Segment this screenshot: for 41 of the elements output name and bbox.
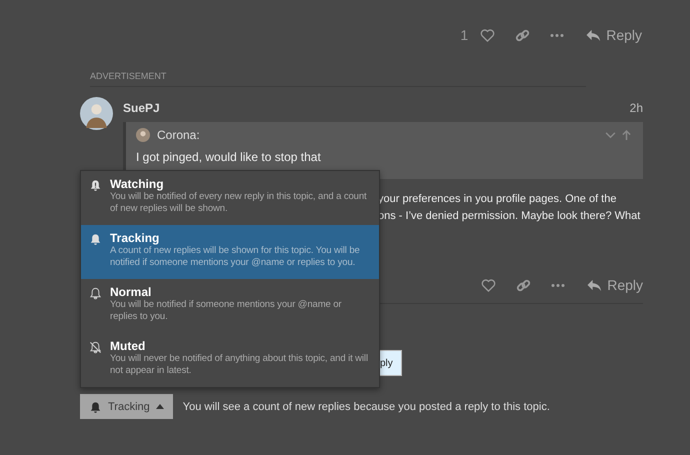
option-description: A count of new replies will be shown for this topic. You will be notified if someone mentions your @name or replies to you.: [110, 245, 361, 269]
link-icon: [515, 28, 530, 42]
notification-reason: You will see a count of new replies because you posted a reply to this topic.: [182, 400, 550, 412]
arrow-up-icon[interactable]: [622, 130, 631, 140]
like-count: 1: [460, 27, 468, 43]
avatar: [136, 128, 150, 142]
chevron-down-icon[interactable]: [605, 132, 616, 138]
notification-button[interactable]: Tracking: [80, 394, 173, 419]
heart-icon: [481, 278, 496, 292]
option-title: Watching: [110, 177, 165, 191]
muted-bell-icon: [89, 341, 102, 354]
option-description: You will be notified if someone mentions your @name or replies to you.: [110, 299, 342, 323]
caret-icon: [156, 404, 164, 409]
post-time: 2h: [630, 101, 643, 115]
avatar: [80, 97, 113, 130]
option-title: Tracking: [110, 231, 160, 245]
option-title: Muted: [110, 339, 146, 353]
heart-icon: [480, 28, 496, 42]
reply-button[interactable]: ply: [378, 350, 402, 376]
ellipsis-icon: [550, 32, 564, 38]
author-name[interactable]: SuePJ: [123, 101, 160, 115]
reply-arrow-icon: [586, 28, 602, 42]
menu-item[interactable]: Watching You will be notified of every new reply in this topic, and a count of new replies will be shown.: [81, 171, 379, 225]
menu-item[interactable]: Normal You will be notified if someone mentions your @name or replies to you.: [81, 279, 379, 333]
reply-arrow-icon: [587, 278, 602, 292]
option-description: You will be notified of every new reply in this topic, and a count of new replies will be shown.: [110, 191, 368, 215]
bell-icon: [89, 179, 102, 192]
link-icon: [516, 278, 532, 292]
reply-button[interactable]: Reply: [575, 273, 643, 297]
quote-author: Corona:: [157, 128, 200, 142]
ellipsis-icon: [551, 282, 566, 288]
bell-icon: [89, 401, 102, 414]
reply-button[interactable]: Reply: [574, 23, 642, 47]
bell-icon: [89, 233, 102, 246]
menu-item[interactable]: Tracking A count of new replies will be shown for this topic. You will be notified if someone mentions your @name or replies to you.: [81, 225, 379, 279]
quote-text: I got pinged, would like to stop that: [136, 150, 322, 164]
advertisement-label: ADVERTISEMENT: [90, 71, 586, 87]
option-description: You will never be notified of anything about this topic, and it will not appear in latest.: [110, 353, 369, 377]
option-title: Normal: [110, 285, 152, 299]
bell-icon: [89, 287, 102, 300]
menu-item[interactable]: Muted You will never be notified of anything about this topic, and it will not appear in latest.: [81, 333, 379, 387]
